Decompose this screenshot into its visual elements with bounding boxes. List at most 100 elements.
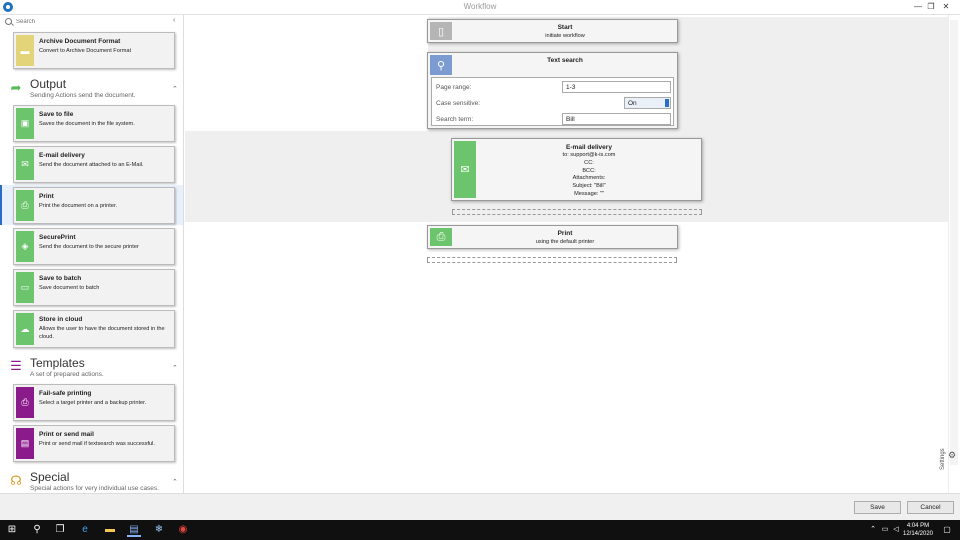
task-view-icon[interactable]: ❐ — [53, 523, 67, 537]
printer-icon: ⎙ — [16, 190, 34, 221]
node-title: Start — [557, 24, 573, 31]
card-title: Fail-safe printing — [39, 390, 92, 397]
templates-list-icon: ☰ — [10, 358, 22, 373]
card-desc: Convert to Archive Document Format — [39, 48, 132, 54]
node-text-search[interactable]: ⚲ Text search Page range: 1-3 Case sensi… — [427, 52, 678, 129]
card-desc: Send the document attached to an E-Mail. — [39, 162, 144, 168]
tray-icon: ▭ — [16, 272, 34, 303]
card-desc: Print or send mail if textsearch was suc… — [39, 441, 155, 447]
template-print-or-send-mail[interactable]: ▤ Print or send mail Print or send mail … — [13, 425, 175, 462]
search-icon[interactable]: ⚲ — [30, 523, 44, 537]
snowflake-icon[interactable]: ❄ — [152, 523, 166, 537]
email-message: Message: "" — [574, 190, 604, 197]
search-term-field[interactable]: Bill — [562, 113, 671, 125]
document-icon: ▤ — [16, 428, 34, 459]
file-explorer-icon[interactable]: ▬ — [103, 523, 117, 537]
card-title: Archive Document Format — [39, 38, 121, 45]
settings-tab[interactable]: Settings — [940, 448, 946, 470]
archive-icon: ▬ — [16, 35, 34, 66]
card-desc: Allows the user to have the document sto… — [39, 326, 165, 340]
card-desc: Send the document to the secure printer — [39, 244, 139, 250]
card-desc: Print the document on a printer. — [39, 203, 118, 209]
card-title: Print — [39, 193, 54, 200]
action-email-delivery[interactable]: ✉ E-mail delivery Send the document atta… — [13, 146, 175, 183]
action-sidebar: ‹ ▬ Archive Document Format Convert to A… — [0, 15, 184, 493]
collapse-sidebar-icon[interactable]: ‹ — [173, 17, 175, 24]
windows-start-icon[interactable]: ⊞ — [5, 523, 19, 537]
drop-zone[interactable] — [452, 209, 702, 215]
action-secureprint[interactable]: ◈ SecurePrint Send the document to the s… — [13, 228, 175, 265]
action-save-to-file[interactable]: ▣ Save to file Saves the document in the… — [13, 105, 175, 142]
special-headset-icon: ☊ — [10, 473, 22, 488]
edge-icon[interactable]: e — [78, 523, 92, 537]
clock[interactable]: 4:04 PM 12/14/2020 — [898, 522, 938, 538]
case-sensitive-toggle[interactable]: On — [624, 97, 671, 109]
email-cc: CC: — [584, 159, 594, 166]
clock-time: 4:04 PM — [906, 523, 930, 529]
email-details: to: support@k-is.com CC: BCC: Attachment… — [478, 152, 700, 199]
window-title: Workflow — [463, 2, 497, 11]
restore-button[interactable]: ❐ — [925, 1, 937, 13]
close-button[interactable]: ✕ — [940, 1, 952, 13]
action-print[interactable]: ⎙ Print Print the document on a printer. — [13, 187, 175, 224]
chevron-up-icon[interactable]: ⌃ — [172, 364, 178, 372]
node-title: Text search — [547, 57, 583, 64]
email-subject: Subject: "Bill" — [572, 183, 606, 190]
card-title: Print or send mail — [39, 431, 94, 438]
node-subtitle: using the default printer — [535, 239, 595, 245]
email-bcc: BCC: — [582, 167, 596, 174]
cloud-icon: ☁ — [16, 313, 34, 345]
section-subtitle-output: Sending Actions send the document. — [30, 92, 136, 99]
toggle-state: On — [628, 100, 637, 107]
node-start[interactable]: ▯ Start initiate workflow — [427, 19, 678, 43]
text-search-settings: Page range: 1-3 Case sensitive: On Searc… — [431, 77, 674, 126]
section-title-templates: Templates — [30, 356, 85, 370]
chevron-up-icon[interactable]: ⌃ — [172, 85, 178, 93]
card-title: Save to file — [39, 111, 74, 118]
action-archive-document-format[interactable]: ▬ Archive Document Format Convert to Arc… — [13, 32, 175, 69]
save-icon: ▣ — [16, 108, 34, 139]
section-subtitle-special: Special actions for very individual use … — [30, 485, 159, 492]
save-button[interactable]: Save — [854, 501, 901, 514]
card-desc: Saves the document in the file system. — [39, 121, 135, 127]
footer-bar: Save Cancel — [0, 493, 960, 520]
minimize-button[interactable]: — — [912, 1, 924, 13]
section-title-special: Special — [30, 470, 70, 484]
search-term-label: Search term: — [436, 116, 474, 123]
case-sensitive-label: Case sensitive: — [436, 100, 481, 107]
node-title: E-mail delivery — [566, 144, 612, 151]
drop-zone[interactable] — [427, 257, 677, 263]
card-title: Save to batch — [39, 275, 82, 282]
toggle-knob — [665, 99, 669, 107]
node-subtitle: initiate workflow — [545, 33, 585, 39]
gear-icon[interactable]: ⚙ — [948, 450, 956, 461]
document-icon: ▯ — [430, 22, 452, 40]
node-email-delivery[interactable]: ✉ E-mail delivery to: support@k-is.com C… — [451, 138, 702, 201]
page-range-field[interactable]: 1-3 — [562, 81, 671, 93]
action-store-in-cloud[interactable]: ☁ Store in cloud Allows the user to have… — [13, 310, 175, 348]
section-subtitle-templates: A set of prepared actions. — [30, 371, 104, 378]
chrome-icon[interactable]: ◉ — [176, 523, 190, 537]
node-print[interactable]: ⎙ Print using the default printer — [427, 225, 678, 249]
cancel-button[interactable]: Cancel — [907, 501, 954, 514]
section-title-output: Output — [30, 77, 67, 91]
printer-icon: ⎙ — [430, 228, 452, 246]
node-title: Print — [557, 230, 573, 237]
card-title: E-mail delivery — [39, 152, 85, 159]
magnifier-icon: ⚲ — [430, 55, 452, 75]
canvas-white-area — [185, 17, 428, 131]
chevron-up-icon[interactable]: ⌃ — [172, 478, 178, 486]
title-bar: Workflow — ❐ ✕ — [0, 0, 960, 15]
taskbar: ⊞ ⚲ ❐ e ▬ ▤ ❄ ◉ ⌃ ▭ ◁ 4:04 PM 12/14/2020… — [0, 520, 960, 540]
clock-date: 12/14/2020 — [902, 531, 934, 537]
template-fail-safe-printing[interactable]: ⎙ Fail-safe printing Select a target pri… — [13, 384, 175, 421]
workflow-app-icon[interactable]: ▤ — [127, 523, 141, 537]
search-input[interactable] — [16, 16, 166, 28]
scrollbar[interactable] — [950, 20, 958, 465]
card-desc: Select a target printer and a backup pri… — [39, 400, 147, 406]
notification-icon[interactable]: ▢ — [940, 523, 954, 537]
page-range-label: Page range: — [436, 84, 472, 91]
action-save-to-batch[interactable]: ▭ Save to batch Save document to batch — [13, 269, 175, 306]
email-attachments: Attachments: — [572, 175, 606, 182]
search-icon — [5, 18, 12, 25]
